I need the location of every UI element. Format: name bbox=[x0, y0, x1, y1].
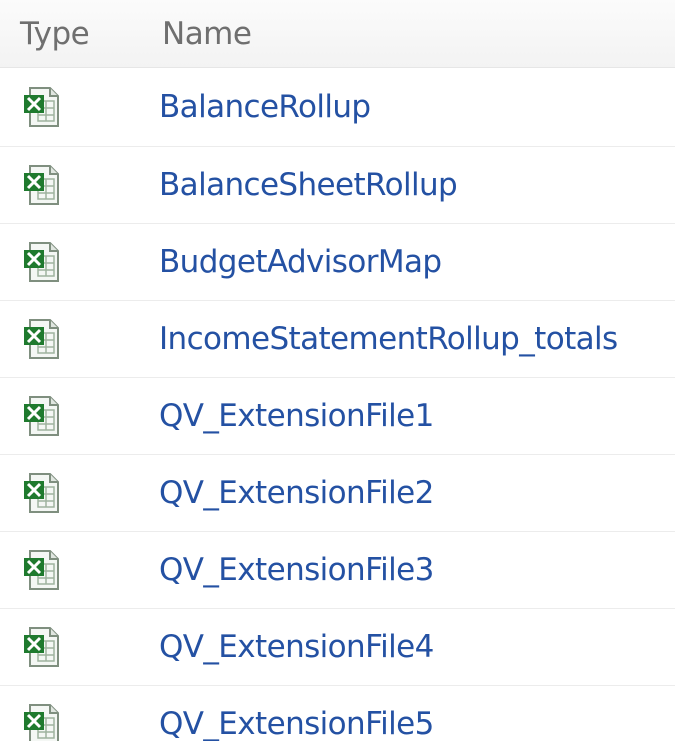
type-column-header[interactable]: Type bbox=[0, 16, 158, 52]
file-name-link[interactable]: BalanceRollup bbox=[158, 89, 371, 125]
list-item[interactable]: QV_ExtensionFile3 bbox=[0, 532, 675, 609]
type-cell bbox=[0, 163, 158, 207]
type-cell bbox=[0, 548, 158, 592]
file-name-link[interactable]: IncomeStatementRollup_totals bbox=[158, 321, 618, 357]
excel-file-icon bbox=[24, 473, 59, 513]
name-column-header[interactable]: Name bbox=[158, 16, 252, 52]
type-cell bbox=[0, 85, 158, 129]
file-name-link[interactable]: QV_ExtensionFile1 bbox=[158, 398, 434, 434]
file-name-link[interactable]: BalanceSheetRollup bbox=[158, 167, 458, 203]
type-cell bbox=[0, 317, 158, 361]
file-name-link[interactable]: BudgetAdvisorMap bbox=[158, 244, 442, 280]
file-name-link[interactable]: QV_ExtensionFile4 bbox=[158, 629, 434, 665]
excel-file-icon bbox=[24, 627, 59, 667]
excel-file-icon bbox=[24, 319, 59, 359]
list-item[interactable]: BalanceSheetRollup bbox=[0, 147, 675, 224]
list-item[interactable]: BudgetAdvisorMap bbox=[0, 224, 675, 301]
excel-file-icon bbox=[24, 165, 59, 205]
type-cell bbox=[0, 394, 158, 438]
list-item[interactable]: IncomeStatementRollup_totals bbox=[0, 301, 675, 378]
excel-file-icon bbox=[24, 242, 59, 282]
type-cell bbox=[0, 702, 158, 741]
list-item[interactable]: BalanceRollup bbox=[0, 68, 675, 147]
list-item[interactable]: QV_ExtensionFile1 bbox=[0, 378, 675, 455]
file-name-link[interactable]: QV_ExtensionFile2 bbox=[158, 475, 434, 511]
file-name-link[interactable]: QV_ExtensionFile3 bbox=[158, 552, 434, 588]
excel-file-icon bbox=[24, 87, 59, 127]
list-item[interactable]: QV_ExtensionFile4 bbox=[0, 609, 675, 686]
excel-file-icon bbox=[24, 704, 59, 741]
excel-file-icon bbox=[24, 396, 59, 436]
type-cell bbox=[0, 240, 158, 284]
type-cell bbox=[0, 471, 158, 515]
file-name-link[interactable]: QV_ExtensionFile5 bbox=[158, 706, 434, 741]
list-item[interactable]: QV_ExtensionFile5 bbox=[0, 686, 675, 741]
excel-file-icon bbox=[24, 550, 59, 590]
type-cell bbox=[0, 625, 158, 669]
column-header-row: Type Name bbox=[0, 0, 675, 68]
list-item[interactable]: QV_ExtensionFile2 bbox=[0, 455, 675, 532]
document-library-list: Type Name BalanceRollup BalanceSheetRoll… bbox=[0, 0, 675, 741]
